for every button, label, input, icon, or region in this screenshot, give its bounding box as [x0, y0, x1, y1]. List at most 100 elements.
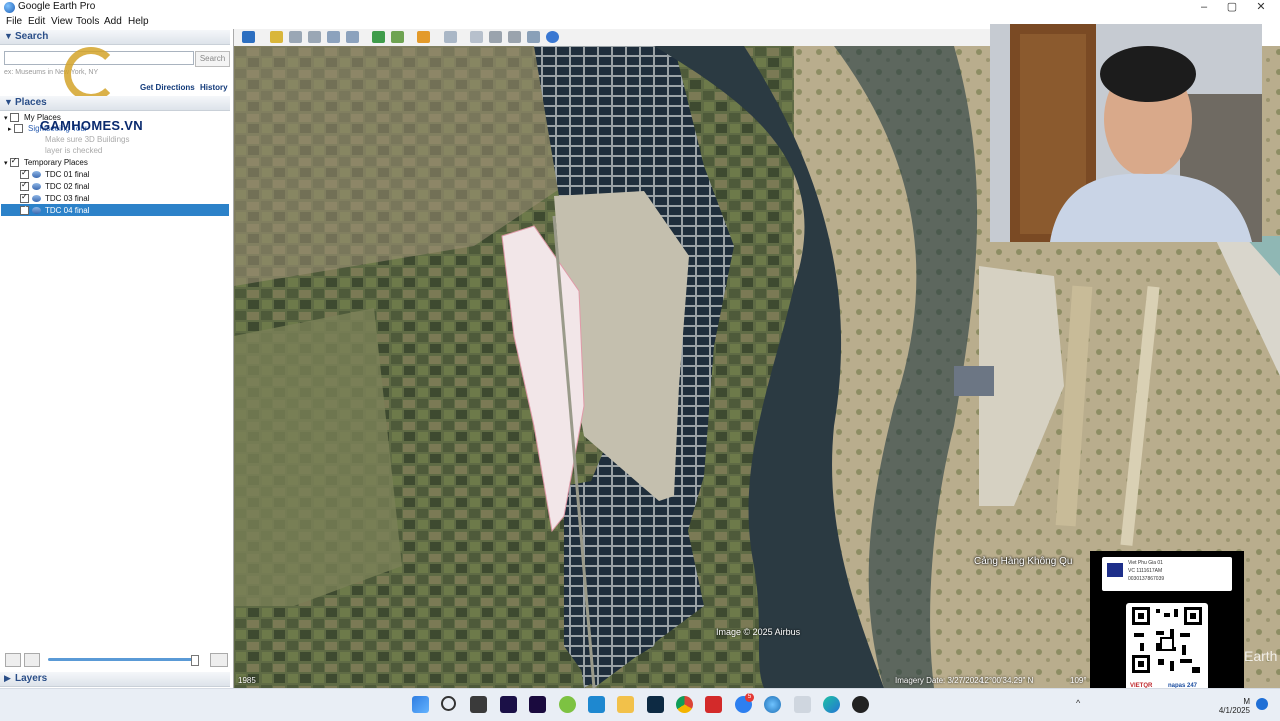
tree-label: Temporary Places [23, 158, 88, 167]
get-directions-link[interactable]: Get Directions [140, 83, 195, 92]
longitude-readout: 109° [1070, 676, 1087, 685]
print-icon[interactable] [489, 31, 502, 43]
places-header-label: Places [15, 97, 47, 108]
menu-view[interactable]: View [51, 16, 73, 27]
menu-file[interactable]: File [6, 16, 22, 27]
checkbox[interactable] [20, 168, 29, 180]
tray-chevron-icon[interactable]: ^ [1076, 698, 1080, 708]
checkbox[interactable] [9, 113, 19, 123]
bank-logo-icon [1107, 563, 1123, 577]
edge-icon[interactable] [823, 696, 840, 713]
presenter-video [990, 24, 1262, 242]
tree-item[interactable]: TDC 03 final [20, 192, 225, 204]
layers-panel-header[interactable]: ▶ Layers [0, 672, 230, 687]
after-effects-icon[interactable] [500, 696, 517, 713]
chrome-icon[interactable] [676, 696, 693, 713]
qr-line-3: 0030137867039 [1128, 576, 1165, 582]
notification-center-icon[interactable] [1256, 698, 1268, 710]
search-button[interactable]: Search [195, 51, 230, 67]
menu-tools[interactable]: Tools [76, 16, 99, 27]
placemark-icon[interactable] [270, 31, 283, 43]
ruler-icon[interactable] [444, 31, 457, 43]
checkbox[interactable] [9, 156, 19, 168]
system-clock[interactable]: M 4/1/2025 [1216, 697, 1250, 715]
checkbox[interactable] [20, 204, 29, 216]
qr-line-2: VC 1111617AM [1128, 568, 1163, 574]
image-overlay-icon[interactable] [327, 31, 340, 43]
tree-temporary-places[interactable]: ▾ Temporary Places [4, 156, 88, 168]
qr-code-icon [1132, 607, 1202, 673]
sunlight-icon[interactable] [391, 31, 404, 43]
coordinate-readout: 12°00'34.29" N [980, 676, 1034, 685]
view-in-maps-icon[interactable] [527, 31, 540, 43]
tree-hint-line-1: Make sure 3D Buildings [45, 135, 130, 144]
collapse-triangle-icon: ▼ [4, 31, 13, 41]
search-icon[interactable] [441, 696, 456, 711]
app-green-icon[interactable] [559, 696, 576, 713]
photoshop-icon[interactable] [647, 696, 664, 713]
panel-toggle-icon[interactable] [24, 653, 40, 667]
globe-icon[interactable] [546, 31, 559, 43]
task-view-icon[interactable] [470, 696, 487, 713]
tree-item-label: TDC 03 final [45, 194, 90, 203]
clock-date: 4/1/2025 [1218, 706, 1250, 715]
google-earth-icon [4, 2, 15, 13]
map-place-label: Cảng Hàng Không Qu [974, 556, 1073, 567]
gamhomes-logo-icon [64, 47, 118, 101]
windows-start-icon[interactable] [412, 696, 429, 713]
qr-payment-card: Viet Phu Gia 01 VC 1111617AM 00301378670… [1090, 551, 1244, 709]
window-title: Google Earth Pro [18, 1, 96, 12]
window-app-icon[interactable] [794, 696, 811, 713]
acrobat-icon[interactable] [705, 696, 722, 713]
tree-hint-line-2: layer is checked [45, 146, 103, 155]
webcam-overlay [990, 24, 1262, 242]
places-bottom-controls [0, 652, 230, 668]
places-panel-header[interactable]: ▼ Places [0, 96, 230, 111]
sidebar: ▼ Search Search ex: Museums in New York,… [0, 29, 234, 688]
path-icon[interactable] [308, 31, 321, 43]
qr-line-1: Viet Phu Gia 01 [1128, 560, 1163, 566]
google-earth-taskbar-icon[interactable] [764, 696, 781, 713]
map-toolbar [234, 29, 990, 47]
checkbox[interactable] [20, 192, 29, 204]
collapse-triangle-icon: ▼ [4, 97, 13, 107]
expand-icon[interactable] [210, 653, 228, 667]
historical-imagery-icon[interactable] [372, 31, 385, 43]
history-link[interactable]: History [200, 83, 228, 92]
close-button[interactable]: ✕ [1245, 0, 1277, 15]
search-panel-header[interactable]: ▼ Search [0, 30, 230, 45]
app-dark-icon[interactable] [852, 696, 869, 713]
search-header-label: Search [15, 31, 49, 42]
opacity-slider[interactable] [48, 658, 196, 661]
checkbox[interactable] [13, 124, 23, 134]
premiere-icon[interactable] [529, 696, 546, 713]
tree-item[interactable]: TDC 01 final [20, 168, 225, 180]
polygon-globe-icon [32, 207, 41, 215]
polygon-icon[interactable] [289, 31, 302, 43]
notification-badge: 5 [745, 693, 754, 702]
sidebar-toggle-icon[interactable] [242, 31, 255, 43]
clock-time: M [1243, 697, 1250, 706]
expand-triangle-icon: ▶ [4, 673, 11, 683]
opacity-slider-thumb[interactable] [191, 655, 199, 666]
store-icon[interactable] [588, 696, 605, 713]
planet-icon[interactable] [417, 31, 430, 43]
imagery-date: Imagery Date: 3/27/2024 [895, 676, 984, 685]
save-image-icon[interactable] [508, 31, 521, 43]
maximize-button[interactable]: ▢ [1216, 0, 1248, 15]
polygon-globe-icon [32, 171, 41, 179]
menu-add[interactable]: Add [104, 16, 122, 27]
tree-item-selected[interactable]: TDC 04 final [1, 204, 229, 216]
email-icon[interactable] [470, 31, 483, 43]
menu-edit[interactable]: Edit [28, 16, 45, 27]
checkbox[interactable] [20, 180, 29, 192]
layers-header-label: Layers [15, 673, 48, 684]
record-tour-icon[interactable] [346, 31, 359, 43]
google-earth-watermark: Earth [1244, 648, 1278, 664]
tree-item-label: TDC 01 final [45, 170, 90, 179]
search-zoom-icon[interactable] [5, 653, 21, 667]
file-explorer-icon[interactable] [617, 696, 634, 713]
tree-item-label: TDC 04 final [45, 206, 90, 215]
tree-item[interactable]: TDC 02 final [20, 180, 225, 192]
menu-help[interactable]: Help [128, 16, 149, 27]
